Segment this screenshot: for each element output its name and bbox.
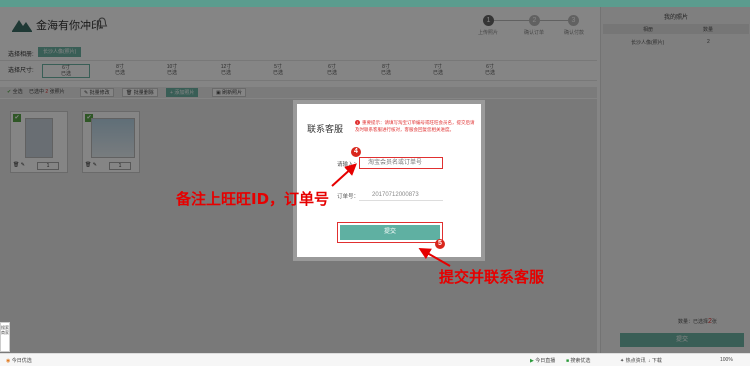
order-number: 20170712000873: [359, 189, 443, 201]
dialog-submit-button[interactable]: 提交: [340, 225, 440, 240]
submit-highlight: 提交: [337, 222, 443, 243]
contact-dialog: 联系客服 ! 重要提示：请填写淘宝订单编号或旺旺会员名，提交后请及时联系客服进行核…: [297, 104, 481, 257]
contact-dialog-frame: 联系客服 ! 重要提示：请填写淘宝订单编号或旺旺会员名，提交后请及时联系客服进行核…: [293, 100, 485, 261]
dialog-title: 联系客服: [307, 124, 344, 134]
download-icon: ↓: [648, 358, 651, 364]
browser-status-bar: ◉ 今日优选 ▶ 今日直播 ■ 搜索优选 ✦ 热点资讯 ↓ 下载 100%: [0, 353, 750, 366]
status-search[interactable]: ■ 搜索优选: [566, 357, 590, 364]
zoom-level[interactable]: 100%: [720, 357, 733, 363]
step-marker-5: 5: [435, 239, 445, 249]
flame-icon: ◉: [6, 358, 11, 364]
annotation-note-id: 备注上旺旺ID，订单号: [176, 190, 330, 208]
step-marker-4: 4: [351, 147, 361, 157]
order-label: 订单号：: [337, 194, 360, 200]
browser-top-bar: [0, 0, 750, 7]
side-search-tab[interactable]: 搜索商家: [0, 322, 10, 352]
warning-icon: !: [355, 120, 360, 125]
annotation-submit-contact: 提交并联系客服: [439, 268, 545, 286]
status-live[interactable]: ▶ 今日直播: [530, 357, 555, 364]
status-hotspot[interactable]: ✦ 热点资讯: [620, 357, 646, 364]
dialog-notice: ! 重要提示：请填写淘宝订单编号或旺旺会员名，提交后请及时联系客服进行核对，客服会…: [355, 120, 475, 132]
fire-icon: ✦: [620, 358, 625, 364]
input-label: 请输入：: [337, 162, 360, 168]
shield-icon: ■: [566, 358, 570, 364]
play-icon: ▶: [530, 358, 534, 364]
status-download[interactable]: ↓ 下载: [648, 357, 662, 364]
customer-id-input[interactable]: [359, 157, 443, 169]
status-news[interactable]: ◉ 今日优选: [6, 357, 32, 364]
